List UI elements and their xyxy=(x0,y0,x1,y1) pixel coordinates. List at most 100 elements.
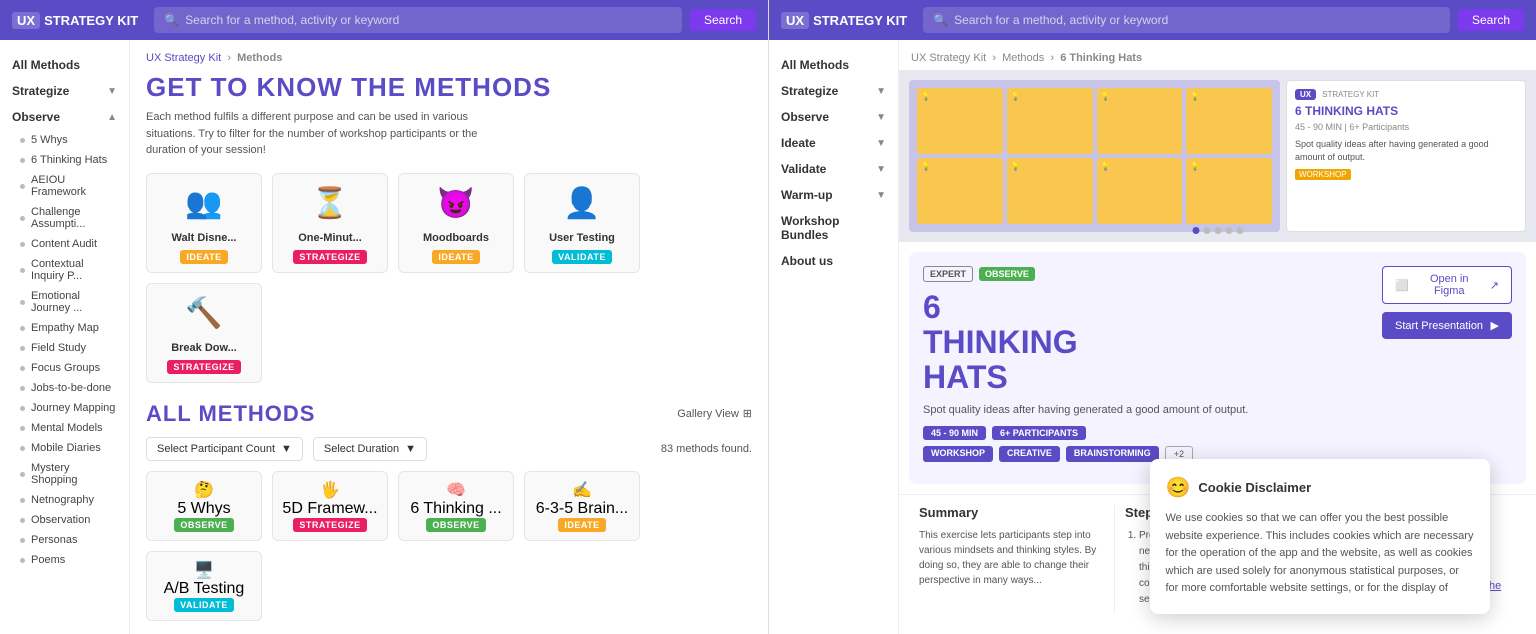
slide-main: 💡 💡 💡 💡 💡 💡 💡 💡 xyxy=(909,80,1280,232)
sidebar-item-emotional[interactable]: Emotional Journey ... xyxy=(0,286,129,318)
left-sidebar: All Methods Strategize ▼ Observe ▲ 5 Why… xyxy=(0,40,130,634)
figma-icon: ⬜ xyxy=(1395,279,1409,292)
gallery-view-toggle[interactable]: Gallery View ⊞ xyxy=(677,407,752,420)
right-sidebar-bundles[interactable]: Workshop Bundles xyxy=(769,208,898,248)
card-icon-1: ⏳ xyxy=(311,182,348,226)
method-detail-desc: Spot quality ideas after having generate… xyxy=(923,402,1248,419)
sidebar-item-5whys[interactable]: 5 Whys xyxy=(0,130,129,150)
cookie-logo-icon: 😊 xyxy=(1166,475,1191,500)
sidebar-item-challenge[interactable]: Challenge Assumpti... xyxy=(0,202,129,234)
sidebar-item-aeiou[interactable]: AEIOU Framework xyxy=(0,170,129,202)
page-title: Get to Know the Methods xyxy=(146,72,752,103)
featured-card-2[interactable]: 😈 Moodboards IDEATE xyxy=(398,173,514,273)
card-icon-0: 👥 xyxy=(185,182,222,226)
sidebar-item-content[interactable]: Content Audit xyxy=(0,234,129,254)
method-card-4[interactable]: 🖥️ A/B Testing VALIDATE xyxy=(146,551,262,621)
sidebar-item-mystery[interactable]: Mystery Shopping xyxy=(0,458,129,490)
slide-dot-1[interactable] xyxy=(1203,227,1210,234)
slide-preview: UX STRATEGY KIT 6 THINKING HATS 45 - 90 … xyxy=(1286,80,1526,232)
sidebar-item-netnography[interactable]: Netnography xyxy=(0,490,129,510)
slide-dot-4[interactable] xyxy=(1236,227,1243,234)
method-card-1[interactable]: 🖐️ 5D Framew... STRATEGIZE xyxy=(272,471,388,541)
cookie-header: 😊 Cookie Disclaimer xyxy=(1166,475,1474,500)
summary-title: Summary xyxy=(919,505,1104,520)
participant-filter[interactable]: Select Participant Count ▼ xyxy=(146,437,303,461)
card-tag-2: IDEATE xyxy=(432,250,479,264)
sidebar-observe[interactable]: Observe ▲ xyxy=(0,104,129,130)
right-sidebar-validate[interactable]: Validate ▼ xyxy=(769,156,898,182)
left-search-bar: 🔍 xyxy=(154,7,682,33)
slide-dot-0[interactable] xyxy=(1192,227,1199,234)
sidebar-strategize[interactable]: Strategize ▼ xyxy=(0,78,129,104)
breadcrumb-home[interactable]: UX Strategy Kit xyxy=(146,52,221,64)
meta-tag-0: WORKSHOP xyxy=(923,446,993,462)
right-breadcrumb-home[interactable]: UX Strategy Kit xyxy=(911,52,986,64)
chevron-down-icon: ▼ xyxy=(107,86,117,97)
card-name-2: Moodboards xyxy=(423,232,489,244)
open-figma-button[interactable]: ⬜ Open in Figma ↗ xyxy=(1382,266,1512,304)
duration-filter[interactable]: Select Duration ▼ xyxy=(313,437,427,461)
sidebar-item-contextual[interactable]: Contextual Inquiry P... xyxy=(0,254,129,286)
right-logo: UX STRATEGY KIT xyxy=(781,12,907,29)
meta-tag-2: BRAINSTORMING xyxy=(1066,446,1159,462)
sidebar-item-observation[interactable]: Observation xyxy=(0,510,129,530)
sidebar-item-jobs[interactable]: Jobs-to-be-done xyxy=(0,378,129,398)
card-name-3: User Testing xyxy=(549,232,615,244)
right-sidebar-all-methods[interactable]: All Methods xyxy=(769,52,898,78)
right-search-button[interactable]: Search xyxy=(1458,9,1524,31)
grid-icon: ⊞ xyxy=(743,407,752,420)
right-search-bar: 🔍 xyxy=(923,7,1450,33)
method-card-3[interactable]: ✍️ 6-3-5 Brain... IDEATE xyxy=(524,471,640,541)
right-sidebar-observe[interactable]: Observe ▼ xyxy=(769,104,898,130)
slide-dot-3[interactable] xyxy=(1225,227,1232,234)
sidebar-item-mental[interactable]: Mental Models xyxy=(0,418,129,438)
method-name-2: 6 Thinking ... xyxy=(410,500,501,518)
sidebar-item-poems[interactable]: Poems xyxy=(0,550,129,570)
featured-card-0[interactable]: 👥 Walt Disne... IDEATE xyxy=(146,173,262,273)
sidebar-item-focus[interactable]: Focus Groups xyxy=(0,358,129,378)
search-icon: 🔍 xyxy=(164,13,179,27)
sidebar-item-6thinking[interactable]: 6 Thinking Hats xyxy=(0,150,129,170)
right-breadcrumb-methods[interactable]: Methods xyxy=(1002,52,1044,64)
right-sidebar-strategize[interactable]: Strategize ▼ xyxy=(769,78,898,104)
card-tag-4: STRATEGIZE xyxy=(167,360,240,374)
all-methods-header: All Methods Gallery View ⊞ xyxy=(146,401,752,427)
right-header: UX STRATEGY KIT 🔍 Search xyxy=(769,0,1536,40)
slide-preview-title: 6 THINKING HATS xyxy=(1295,104,1517,118)
card-icon-2: 😈 xyxy=(437,182,474,226)
right-sidebar-about[interactable]: About us xyxy=(769,248,898,274)
method-name-1: 5D Framew... xyxy=(282,500,377,518)
featured-card-3[interactable]: 👤 User Testing VALIDATE xyxy=(524,173,640,273)
sidebar-item-empathy[interactable]: Empathy Map xyxy=(0,318,129,338)
slide-logo-tag: UX xyxy=(1295,89,1316,100)
right-sidebar-ideate[interactable]: Ideate ▼ xyxy=(769,130,898,156)
start-presentation-button[interactable]: Start Presentation ▶ xyxy=(1382,312,1512,339)
right-sidebar-warmup[interactable]: Warm-up ▼ xyxy=(769,182,898,208)
cookie-text: We use cookies so that we can offer you … xyxy=(1166,510,1474,598)
slide-dot-2[interactable] xyxy=(1214,227,1221,234)
sidebar-item-mobile[interactable]: Mobile Diaries xyxy=(0,438,129,458)
left-main-content: UX Strategy Kit › Methods Get to Know th… xyxy=(130,40,768,634)
chevron-down-icon: ▼ xyxy=(876,138,886,149)
featured-card-1[interactable]: ⏳ One-Minut... STRATEGIZE xyxy=(272,173,388,273)
right-search-input[interactable] xyxy=(954,13,1440,27)
featured-card-4[interactable]: 🔨 Break Dow... STRATEGIZE xyxy=(146,283,262,383)
category-tag: OBSERVE xyxy=(979,267,1035,281)
method-name-4: A/B Testing xyxy=(164,580,245,598)
left-search-input[interactable] xyxy=(185,13,672,27)
external-link-icon: ↗ xyxy=(1490,279,1499,292)
sidebar-item-journey[interactable]: Journey Mapping xyxy=(0,398,129,418)
right-logo-text: STRATEGY KIT xyxy=(813,13,907,28)
chevron-down-icon: ▼ xyxy=(876,164,886,175)
time-tag: 45 - 90 MIN xyxy=(923,426,986,440)
left-search-button[interactable]: Search xyxy=(690,9,756,31)
sidebar-all-methods[interactable]: All Methods xyxy=(0,52,129,78)
right-breadcrumb: UX Strategy Kit › Methods › 6 Thinking H… xyxy=(899,40,1536,70)
method-card-2[interactable]: 🧠 6 Thinking ... OBSERVE xyxy=(398,471,514,541)
sidebar-item-personas[interactable]: Personas xyxy=(0,530,129,550)
slide-preview-desc: Spot quality ideas after having generate… xyxy=(1295,138,1517,163)
method-grid: 🤔 5 Whys OBSERVE 🖐️ 5D Framew... STRATEG… xyxy=(146,471,752,621)
method-card-0[interactable]: 🤔 5 Whys OBSERVE xyxy=(146,471,262,541)
chevron-down-icon: ▼ xyxy=(876,86,886,97)
sidebar-item-field[interactable]: Field Study xyxy=(0,338,129,358)
